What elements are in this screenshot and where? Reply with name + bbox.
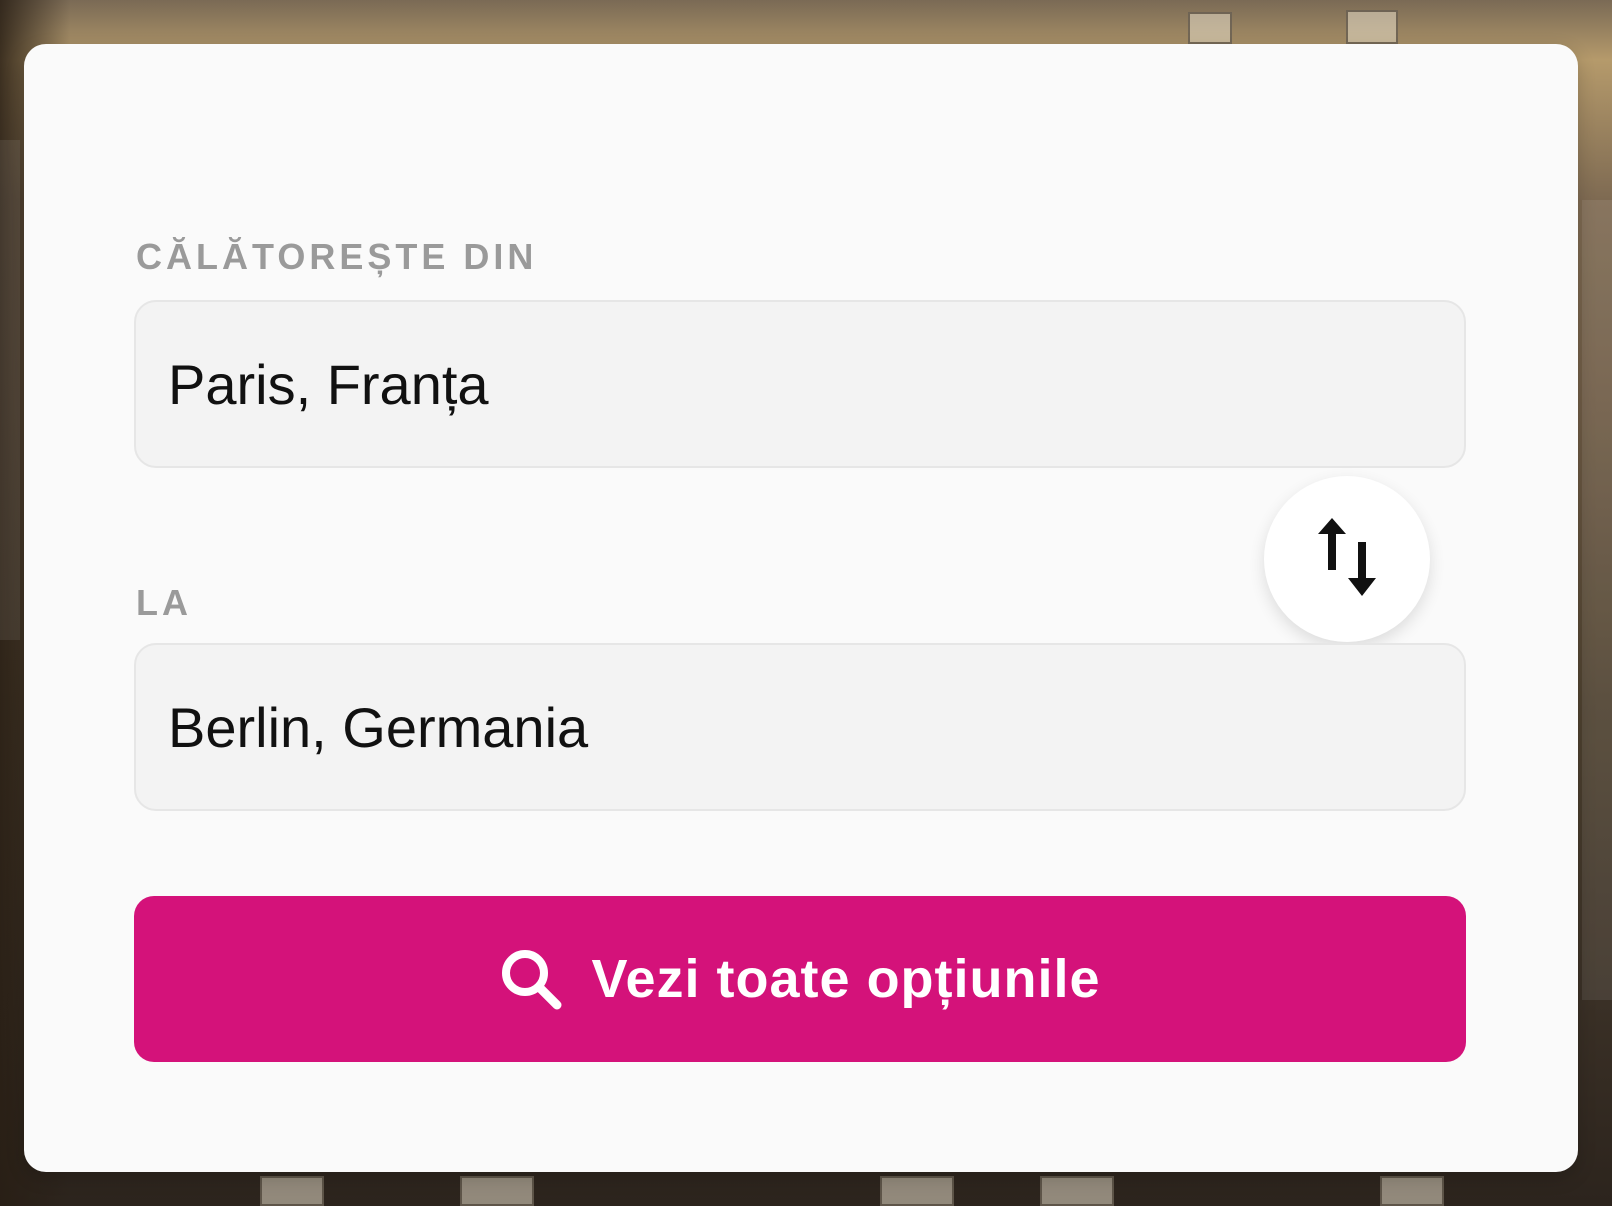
background-window — [460, 1176, 534, 1206]
to-label: LA — [136, 582, 192, 623]
swap-locations-button[interactable] — [1264, 476, 1430, 642]
swap-vertical-icon — [1312, 512, 1382, 607]
background-strip — [0, 140, 20, 640]
to-field-value: Berlin, Germania — [168, 695, 589, 759]
from-label: CĂLĂTOREȘTE DIN — [136, 236, 538, 277]
search-icon — [499, 947, 563, 1011]
background-strip — [1582, 200, 1612, 1000]
background-window — [1346, 10, 1398, 44]
search-button-label: Vezi toate opțiunile — [591, 949, 1101, 1009]
background-window — [880, 1176, 954, 1206]
background-window — [260, 1176, 324, 1206]
from-field-value: Paris, Franța — [168, 352, 489, 416]
to-field[interactable]: Berlin, Germania — [134, 643, 1466, 811]
search-button[interactable]: Vezi toate opțiunile — [134, 896, 1466, 1062]
background-window — [1188, 12, 1232, 44]
background-window — [1040, 1176, 1114, 1206]
background-window — [1380, 1176, 1444, 1206]
from-field[interactable]: Paris, Franța — [134, 300, 1466, 468]
